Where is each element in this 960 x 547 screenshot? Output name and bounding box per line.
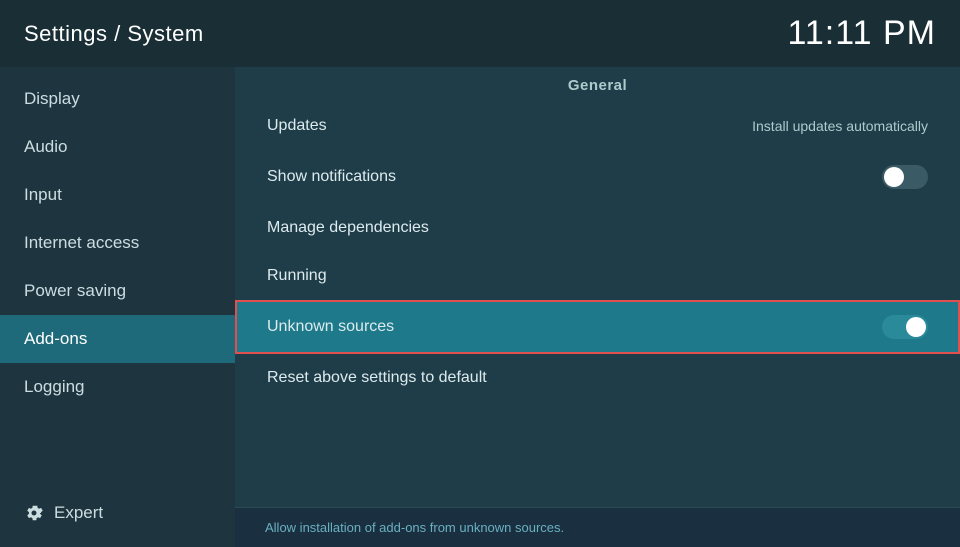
settings-item-reset[interactable]: Reset above settings to default xyxy=(235,354,960,402)
sidebar-item-expert[interactable]: Expert xyxy=(0,489,235,537)
settings-item-updates[interactable]: Updates Install updates automatically xyxy=(235,102,960,150)
show-notifications-toggle[interactable] xyxy=(882,165,928,189)
sidebar-item-label: Audio xyxy=(24,137,67,157)
content-footer: Allow installation of add-ons from unkno… xyxy=(235,507,960,547)
sidebar-item-label: Add-ons xyxy=(24,329,87,349)
toggle-knob xyxy=(906,317,926,337)
settings-item-show-notifications[interactable]: Show notifications xyxy=(235,150,960,204)
sidebar-item-label: Power saving xyxy=(24,281,126,301)
page-title: Settings / System xyxy=(24,21,204,47)
settings-item-unknown-sources[interactable]: Unknown sources xyxy=(235,300,960,354)
unknown-sources-label: Unknown sources xyxy=(267,318,394,336)
sidebar-item-power-saving[interactable]: Power saving xyxy=(0,267,235,315)
sidebar-item-label: Logging xyxy=(24,377,85,397)
sidebar-item-display[interactable]: Display xyxy=(0,75,235,123)
sidebar-item-logging[interactable]: Logging xyxy=(0,363,235,411)
sidebar-item-audio[interactable]: Audio xyxy=(0,123,235,171)
settings-list: General Updates Install updates automati… xyxy=(235,67,960,507)
section-header: General xyxy=(235,67,960,102)
sidebar-item-label: Display xyxy=(24,89,80,109)
clock: 11:11 PM xyxy=(788,14,936,53)
sidebar-item-internet-access[interactable]: Internet access xyxy=(0,219,235,267)
toggle-knob xyxy=(884,167,904,187)
updates-label: Updates xyxy=(267,117,327,135)
footer-text: Allow installation of add-ons from unkno… xyxy=(265,520,564,535)
updates-value: Install updates automatically xyxy=(752,118,928,134)
header: Settings / System 11:11 PM xyxy=(0,0,960,67)
running-label: Running xyxy=(267,267,327,285)
show-notifications-label: Show notifications xyxy=(267,168,396,186)
sidebar-item-label: Internet access xyxy=(24,233,139,253)
sidebar-item-label: Input xyxy=(24,185,62,205)
sidebar-item-input[interactable]: Input xyxy=(0,171,235,219)
manage-dependencies-label: Manage dependencies xyxy=(267,219,429,237)
content-area: General Updates Install updates automati… xyxy=(235,67,960,547)
reset-label: Reset above settings to default xyxy=(267,369,487,387)
sidebar: Display Audio Input Internet access Powe… xyxy=(0,67,235,547)
settings-item-manage-dependencies[interactable]: Manage dependencies xyxy=(235,204,960,252)
main-container: Display Audio Input Internet access Powe… xyxy=(0,67,960,547)
sidebar-item-add-ons[interactable]: Add-ons xyxy=(0,315,235,363)
expert-label: Expert xyxy=(54,503,103,523)
settings-item-running[interactable]: Running xyxy=(235,252,960,300)
gear-icon xyxy=(24,503,44,523)
unknown-sources-toggle[interactable] xyxy=(882,315,928,339)
